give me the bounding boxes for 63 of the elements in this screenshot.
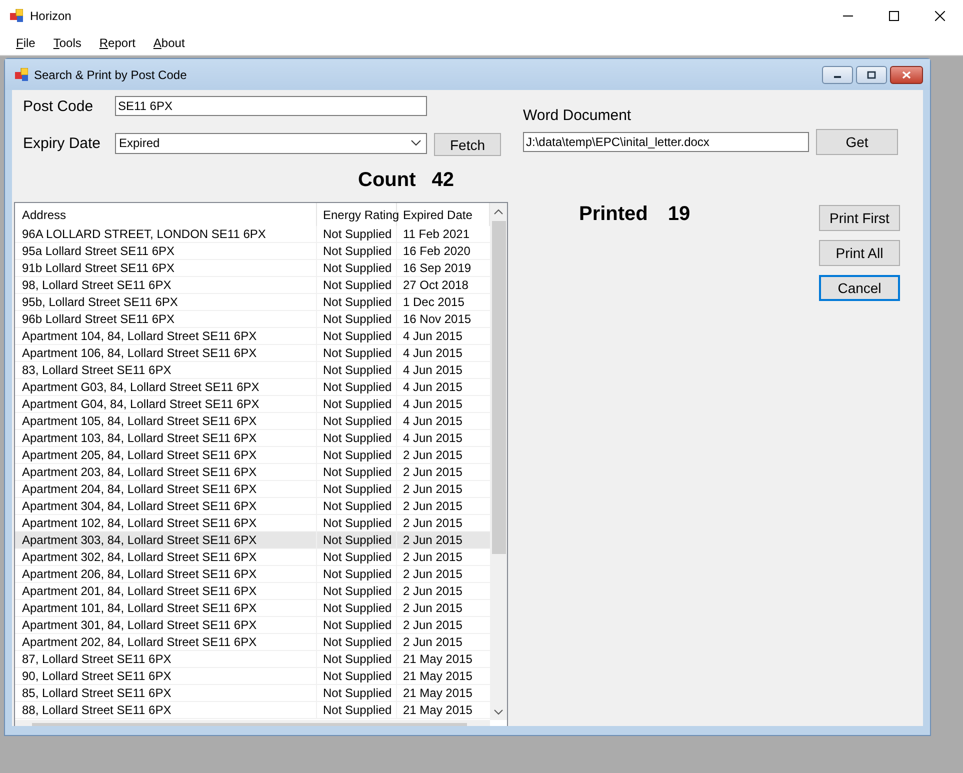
restore-button[interactable] [856,66,887,84]
table-row[interactable]: Apartment G03, 84, Lollard Street SE11 6PX Not Supplied 4 Jun 2015 [15,379,490,396]
action-button[interactable]: Cancel [819,275,900,301]
input-field[interactable]: J:\data\temp\EPC\inital_letter.docx [523,132,809,152]
table-row[interactable]: 88, Lollard Street SE11 6PX Not Supplied 21 May 2015 [15,702,490,719]
menu-item[interactable]: About [146,34,192,52]
action-button[interactable]: Print First [819,205,900,231]
table-row[interactable]: 83, Lollard Street SE11 6PX Not Supplied 4 Jun 2015 [15,362,490,379]
column-header[interactable]: Energy Rating [317,203,397,226]
window-title: Search & Print by Post Code [34,68,187,82]
app-icon [15,68,28,81]
maximize-icon [889,10,899,20]
table-row[interactable]: 96A LOLLARD STREET, LONDON SE11 6PX Not Supplied 11 Feb 2021 [15,226,490,243]
close-button[interactable] [890,66,923,84]
close-icon [902,70,911,78]
window-title: Horizon [30,8,72,22]
restore-icon [867,70,876,78]
table-row[interactable]: 96b Lollard Street SE11 6PX Not Supplied 16 Nov 2015 [15,311,490,328]
menu-item[interactable]: Tools [46,34,88,52]
chevron-down-icon [411,140,421,146]
table-row[interactable]: Apartment 103, 84, Lollard Street SE11 6PX Not Supplied 4 Jun 2015 [15,430,490,447]
table-row[interactable]: Apartment 206, 84, Lollard Street SE11 6PX Not Supplied 2 Jun 2015 [15,566,490,583]
get-button[interactable]: Get [816,129,898,155]
table-row[interactable]: Apartment 201, 84, Lollard Street SE11 6PX Not Supplied 2 Jun 2015 [15,583,490,600]
count-value: 42 [432,169,454,192]
printed-value: 19 [668,203,690,227]
dropdown[interactable]: Expired [115,132,427,154]
count-label: Count [358,169,416,192]
table-row[interactable]: 95a Lollard Street SE11 6PX Not Supplied 16 Feb 2020 [15,243,490,260]
table-row[interactable]: Apartment 106, 84, Lollard Street SE11 6PX Not Supplied 4 Jun 2015 [15,345,490,362]
scroll-up-icon [494,209,503,215]
table-row[interactable]: Apartment G04, 84, Lollard Street SE11 6PX Not Supplied 4 Jun 2015 [15,396,490,413]
printed-label: Printed [579,203,648,227]
field-label: Word Document [523,107,632,124]
minimize-button[interactable] [822,66,853,84]
close-icon [935,10,945,20]
table-row[interactable]: 95b, Lollard Street SE11 6PX Not Supplied 1 Dec 2015 [15,294,490,311]
table-row[interactable]: Apartment 203, 84, Lollard Street SE11 6PX Not Supplied 2 Jun 2015 [15,464,490,481]
column-header[interactable]: Address [15,203,317,226]
table-row[interactable]: Apartment 301, 84, Lollard Street SE11 6PX Not Supplied 2 Jun 2015 [15,617,490,634]
table-row[interactable]: Apartment 202, 84, Lollard Street SE11 6PX Not Supplied 2 Jun 2015 [15,634,490,651]
fetch-button[interactable]: Fetch [434,133,501,156]
menu-item[interactable]: Report [92,34,142,52]
input-field[interactable]: SE11 6PX [115,96,427,116]
menu-item[interactable]: File [9,34,42,52]
table-row[interactable]: 87, Lollard Street SE11 6PX Not Supplied 21 May 2015 [15,651,490,668]
action-button[interactable]: Print All [819,240,900,266]
field-label: Post Code [23,98,94,114]
app-icon [10,9,23,22]
table-row[interactable]: Apartment 205, 84, Lollard Street SE11 6PX Not Supplied 2 Jun 2015 [15,447,490,464]
table-row[interactable]: Apartment 204, 84, Lollard Street SE11 6PX Not Supplied 2 Jun 2015 [15,481,490,498]
table-row[interactable]: Apartment 105, 84, Lollard Street SE11 6PX Not Supplied 4 Jun 2015 [15,413,490,430]
table-row[interactable]: 91b Lollard Street SE11 6PX Not Supplied 16 Sep 2019 [15,260,490,277]
table-row[interactable]: Apartment 302, 84, Lollard Street SE11 6PX Not Supplied 2 Jun 2015 [15,549,490,566]
scroll-down-icon [494,709,503,715]
field-label: Expiry Date [23,134,102,152]
table-row[interactable]: 85, Lollard Street SE11 6PX Not Supplied 21 May 2015 [15,685,490,702]
table-row[interactable]: Apartment 104, 84, Lollard Street SE11 6PX Not Supplied 4 Jun 2015 [15,328,490,345]
table-row[interactable]: Apartment 303, 84, Lollard Street SE11 6PX Not Supplied 2 Jun 2015 [15,532,490,549]
table-row[interactable]: 98, Lollard Street SE11 6PX Not Supplied 27 Oct 2018 [15,277,490,294]
table-row[interactable]: 90, Lollard Street SE11 6PX Not Supplied 21 May 2015 [15,668,490,685]
table-row[interactable]: Apartment 101, 84, Lollard Street SE11 6PX Not Supplied 2 Jun 2015 [15,600,490,617]
table-row[interactable]: Apartment 304, 84, Lollard Street SE11 6PX Not Supplied 2 Jun 2015 [15,498,490,515]
